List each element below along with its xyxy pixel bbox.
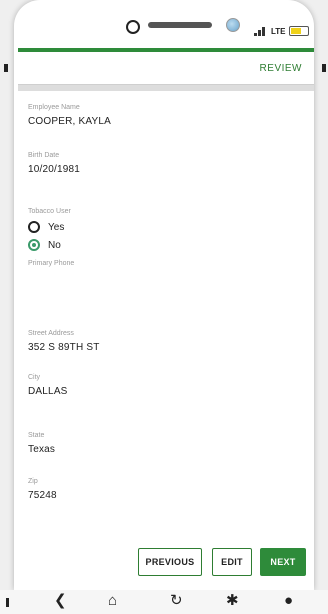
status-bar: LTE: [254, 26, 309, 36]
birth-date-field: Birth Date 10/20/1981: [28, 152, 288, 175]
employee-name-field: Employee Name COOPER, KAYLA: [28, 104, 288, 127]
tobacco-no-label: No: [48, 239, 61, 251]
birth-date-label: Birth Date: [28, 152, 60, 159]
city-value: DALLAS: [28, 386, 68, 397]
battery-icon: [288, 26, 309, 36]
subheader-strip: [18, 85, 314, 91]
signal-icon: [254, 26, 268, 36]
zip-value: 75248: [28, 490, 57, 501]
tobacco-user-label: Tobacco User: [28, 208, 71, 215]
primary-phone-label: Primary Phone: [28, 260, 75, 267]
network-type: LTE: [271, 26, 286, 36]
speaker-grille: [148, 22, 212, 28]
tobacco-no-radio[interactable]: [28, 239, 40, 251]
back-icon[interactable]: ❮: [54, 592, 67, 610]
street-address-label: Street Address: [28, 330, 74, 337]
left-edge-mark: [4, 64, 8, 72]
android-nav-bar: ❮ ⌂ ↻ ✱ ●: [0, 590, 328, 614]
birth-date-value: 10/20/1981: [28, 164, 81, 175]
app-header: REVIEW: [18, 52, 314, 85]
front-sensor: [126, 20, 140, 34]
refresh-icon[interactable]: ↻: [170, 592, 183, 610]
state-field: State Texas: [28, 432, 288, 455]
front-camera: [226, 18, 240, 32]
street-address-field: Street Address 352 S 89TH ST: [28, 330, 288, 353]
primary-phone-field: Primary Phone: [28, 260, 288, 272]
nav-left-edge-mark: [6, 598, 9, 607]
state-label: State: [28, 432, 45, 439]
city-field: City DALLAS: [28, 374, 288, 397]
review-link[interactable]: REVIEW: [260, 63, 302, 74]
tobacco-yes-radio[interactable]: [28, 221, 40, 233]
zip-field: Zip 75248: [28, 478, 288, 501]
right-edge-mark: [322, 64, 326, 72]
zip-label: Zip: [28, 478, 38, 485]
employee-name-value: COOPER, KAYLA: [28, 116, 111, 127]
tobacco-yes-option[interactable]: Yes: [28, 221, 288, 233]
profile-icon[interactable]: ●: [284, 592, 293, 610]
tobacco-yes-label: Yes: [48, 221, 65, 233]
tobacco-user-field: Tobacco User Yes No: [28, 208, 288, 251]
employee-name-label: Employee Name: [28, 104, 80, 111]
street-address-value: 352 S 89TH ST: [28, 342, 100, 353]
state-value: Texas: [28, 444, 56, 455]
edit-button[interactable]: EDIT: [212, 548, 252, 576]
home-icon[interactable]: ⌂: [108, 592, 117, 610]
next-button[interactable]: NEXT: [260, 548, 306, 576]
settings-icon[interactable]: ✱: [226, 592, 239, 610]
city-label: City: [28, 374, 41, 381]
tobacco-no-option[interactable]: No: [28, 239, 288, 251]
previous-button[interactable]: PREVIOUS: [138, 548, 202, 576]
